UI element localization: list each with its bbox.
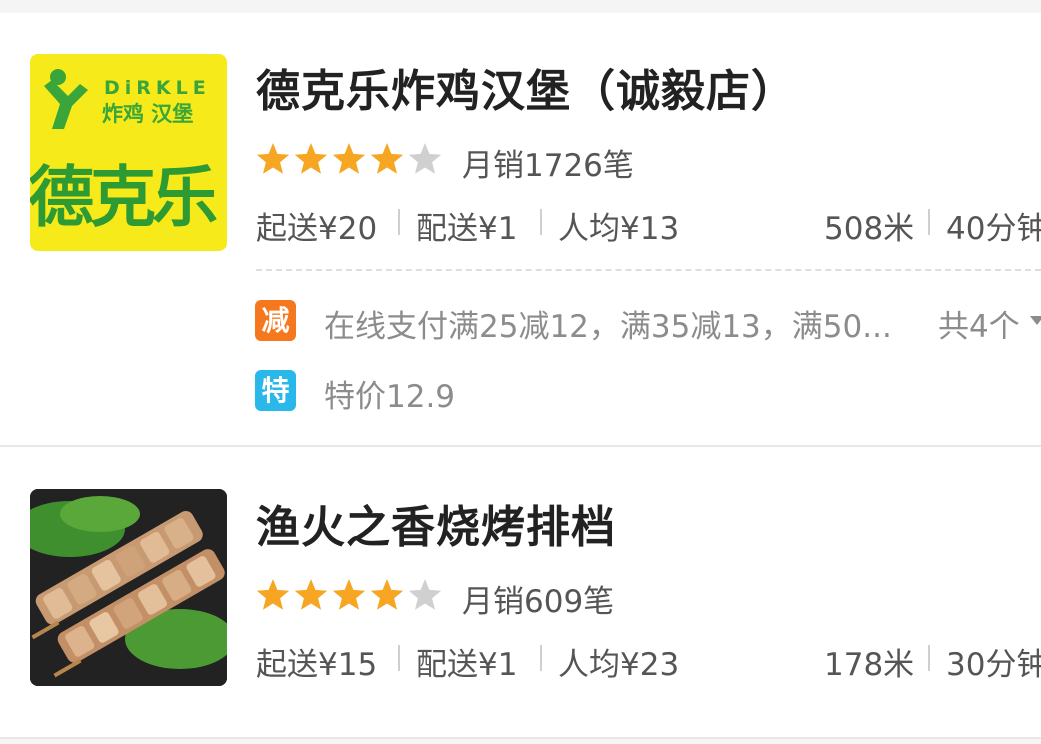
shop-card[interactable]: DiRKLE 炸鸡 汉堡 德克乐 德克乐炸鸡汉堡（诚毅店） 月销1726笔 起送… <box>0 13 1041 445</box>
distance: 508米 <box>824 211 915 247</box>
rating-stars <box>256 143 442 174</box>
dashed-divider <box>256 269 1041 271</box>
star-icon <box>332 579 366 610</box>
divider <box>540 645 542 671</box>
star-icon <box>256 579 290 610</box>
delivery-fee: 配送¥1 <box>416 647 518 683</box>
discount-badge: 减 <box>255 300 296 341</box>
star-icon <box>294 143 328 174</box>
bottom-gap <box>0 739 1041 744</box>
divider <box>540 209 542 235</box>
divider <box>398 645 400 671</box>
min-order: 起送¥15 <box>256 647 378 683</box>
delivery-time: 30分钟 <box>946 647 1041 683</box>
delivery-fee: 配送¥1 <box>416 211 518 247</box>
shop-logo: DiRKLE 炸鸡 汉堡 德克乐 <box>30 54 227 251</box>
per-person: 人均¥23 <box>558 647 680 683</box>
chevron-down-icon[interactable] <box>1030 316 1041 325</box>
dirkle-logo-icon: DiRKLE 炸鸡 汉堡 德克乐 <box>30 69 221 236</box>
star-icon <box>408 579 442 610</box>
distance: 178米 <box>824 647 915 683</box>
per-person: 人均¥13 <box>558 211 680 247</box>
divider <box>398 209 400 235</box>
logo-brand-en: DiRKLE <box>104 77 211 99</box>
monthly-sales: 月销1726笔 <box>462 148 634 184</box>
star-icon <box>370 143 404 174</box>
divider <box>928 645 930 671</box>
star-icon <box>408 143 442 174</box>
divider <box>928 209 930 235</box>
promo-special-text: 特价12.9 <box>324 379 456 415</box>
rating-stars <box>256 579 442 610</box>
shop-card[interactable]: 渔火之香烧烤排档 月销609笔 起送¥15 配送¥1 人均¥23 178米 30… <box>0 447 1041 737</box>
star-icon <box>256 143 290 174</box>
star-icon <box>294 579 328 610</box>
logo-brand-cn: 炸鸡 汉堡 <box>102 102 193 126</box>
special-price-badge: 特 <box>255 370 296 411</box>
star-icon <box>332 143 366 174</box>
star-icon <box>370 579 404 610</box>
promo-discount-text: 在线支付满25减12，满35减13，满50... <box>324 309 892 345</box>
top-gap <box>0 0 1041 13</box>
shop-name: 德克乐炸鸡汉堡（诚毅店） <box>256 66 796 117</box>
min-order: 起送¥20 <box>256 211 378 247</box>
delivery-time: 40分钟 <box>946 211 1041 247</box>
grilled-skewers-image <box>30 489 227 686</box>
shop-photo <box>30 489 227 686</box>
promo-count[interactable]: 共4个 <box>938 301 1020 346</box>
monthly-sales: 月销609笔 <box>462 584 615 620</box>
shop-name: 渔火之香烧烤排档 <box>256 502 616 553</box>
logo-big-text: 德克乐 <box>30 159 217 236</box>
